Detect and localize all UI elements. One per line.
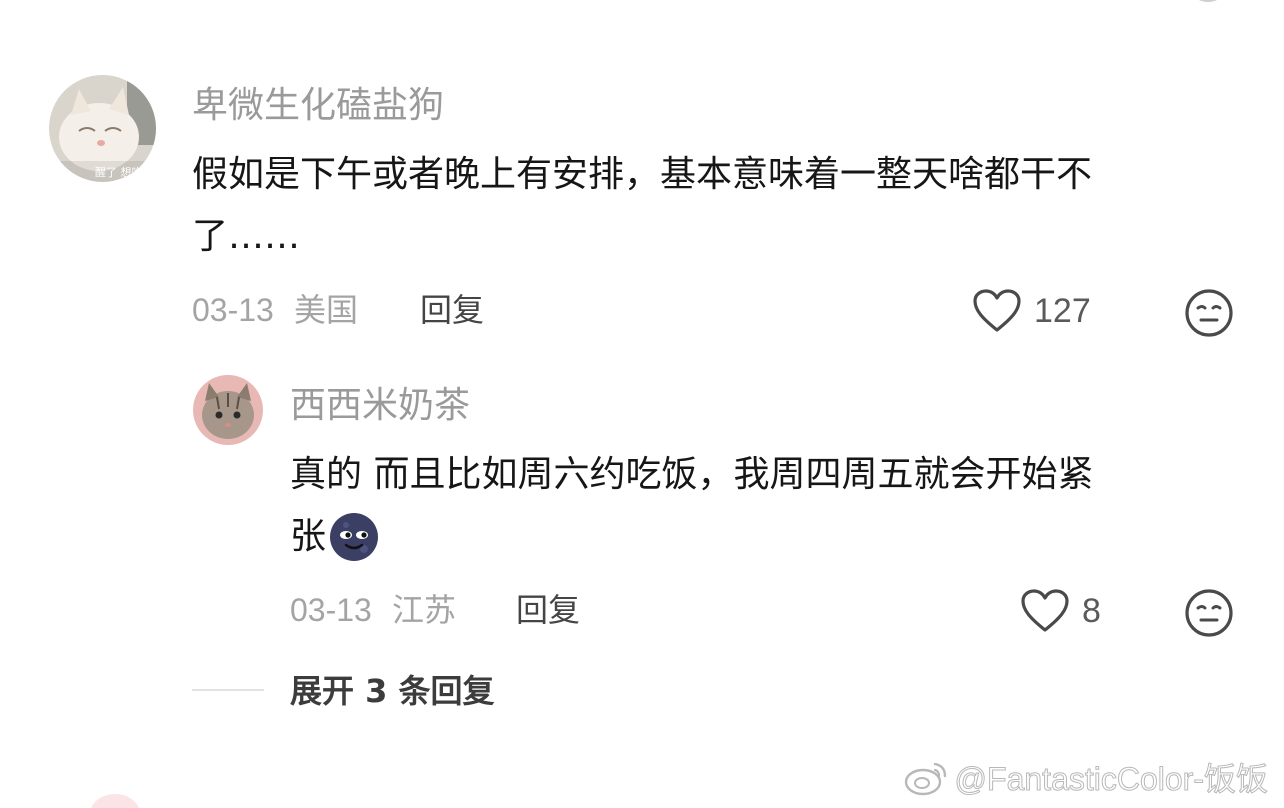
comment-meta: 03-13 美国	[192, 290, 358, 330]
cat-avatar-image: 醒了 想吃人	[49, 75, 156, 182]
reply-location: 江苏	[392, 591, 457, 629]
reply-text-line: 张	[290, 516, 327, 557]
weibo-logo-icon	[904, 762, 946, 796]
comment-location: 美国	[294, 291, 359, 329]
dark-moon-face-emoji	[330, 513, 379, 561]
comment-username[interactable]: 卑微生化磕盐狗	[192, 84, 444, 128]
comment-dislike-button[interactable]	[1184, 288, 1234, 342]
comment-text-line: 了……	[192, 216, 301, 257]
top-peek-icon	[1196, 0, 1220, 2]
watermark-text: @FantasticColor-饭饭	[954, 761, 1268, 798]
comment-text: 假如是下午或者晚上有安排，基本意味着一整天啥都干不 了……	[192, 144, 1252, 268]
neutral-face-icon	[1185, 289, 1233, 337]
comment-text-line: 假如是下午或者晚上有安排，基本意味着一整天啥都干不	[192, 154, 1093, 195]
reply-meta: 03-13 江苏	[290, 590, 456, 630]
reply-date: 03-13	[290, 592, 372, 628]
reply-avatar[interactable]	[193, 375, 263, 445]
heart-outline-icon	[973, 289, 1021, 332]
tabby-cat-avatar-image	[193, 375, 263, 445]
avatar[interactable]: 醒了 想吃人	[49, 75, 156, 182]
reply-text: 真的 而且比如周六约吃饭，我周四周五就会开始紧 张	[290, 444, 1250, 568]
comment-section: 醒了 想吃人 卑微生化磕盐狗 假如是下午或者晚上有安排，基本意味着一整天啥都干不…	[0, 0, 1284, 808]
comment-date: 03-13	[192, 292, 274, 328]
reply-reply-button[interactable]: 回复	[516, 590, 580, 630]
next-avatar-peek	[90, 794, 140, 808]
reply-username[interactable]: 西西米奶茶	[290, 384, 470, 428]
reply-text-line: 真的 而且比如周六约吃饭，我周四周五就会开始紧	[290, 454, 1094, 495]
reply-like-count: 8	[1082, 592, 1101, 630]
expand-divider	[192, 689, 264, 691]
watermark: @FantasticColor-饭饭	[903, 754, 1269, 800]
neutral-face-icon	[1185, 589, 1233, 637]
reply-dislike-button[interactable]	[1184, 588, 1234, 642]
heart-outline-icon	[1021, 589, 1069, 632]
reply-like-button[interactable]: 8	[1020, 588, 1101, 634]
comment-like-count: 127	[1034, 292, 1091, 330]
comment-reply-button[interactable]: 回复	[420, 290, 484, 330]
comment-like-button[interactable]: 127	[972, 288, 1091, 334]
avatar-caption: 醒了 想吃人	[95, 165, 154, 179]
expand-replies-button[interactable]: 展开 3 条回复	[290, 671, 495, 711]
reply-text-line-with-emoji: 张	[290, 506, 1250, 568]
